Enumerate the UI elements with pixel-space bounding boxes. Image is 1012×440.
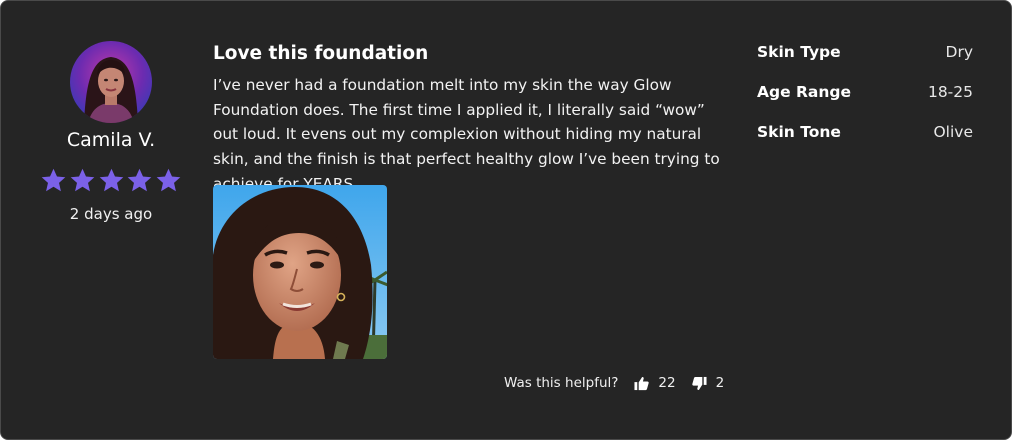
attribute-skin-tone: Skin Tone Olive <box>757 123 973 163</box>
helpful-no-button[interactable]: 2 <box>691 375 725 391</box>
review-photo[interactable] <box>213 185 387 359</box>
review-title: Love this foundation <box>213 43 429 64</box>
helpful-yes-button[interactable]: 22 <box>634 375 676 391</box>
review-date: 2 days ago <box>69 205 153 223</box>
star-icon <box>156 168 181 192</box>
helpful-yes-count: 22 <box>658 375 676 391</box>
thumbs-down-icon <box>691 376 707 390</box>
review-body: I’ve never had a foundation melt into my… <box>213 76 720 193</box>
reviewer-attributes: Skin Type Dry Age Range 18-25 Skin Tone … <box>757 43 973 163</box>
avatar-image <box>70 41 152 123</box>
attribute-label: Skin Type <box>757 43 841 61</box>
attribute-value: 18-25 <box>927 83 973 101</box>
attribute-age-range: Age Range 18-25 <box>757 83 973 123</box>
attribute-skin-type: Skin Type Dry <box>757 43 973 83</box>
helpful-section: Was this helpful? 22 2 <box>504 373 724 393</box>
attribute-label: Skin Tone <box>757 123 841 141</box>
star-icon <box>70 168 95 192</box>
star-rating <box>40 167 182 195</box>
avatar <box>70 41 152 123</box>
star-icon <box>41 168 66 192</box>
reviewer-name: Camila V. <box>66 129 156 151</box>
star-icon <box>99 168 123 192</box>
review-card: Camila V. 2 days ago Love this foundatio… <box>0 0 1012 440</box>
review-photo-image <box>213 185 387 359</box>
thumbs-up-icon <box>634 376 650 390</box>
attribute-value: Dry <box>945 43 973 61</box>
star-icon <box>127 168 152 192</box>
helpful-no-count: 2 <box>715 375 725 391</box>
helpful-question: Was this helpful? <box>504 375 619 391</box>
attribute-label: Age Range <box>757 83 852 101</box>
attribute-value: Olive <box>933 123 973 141</box>
